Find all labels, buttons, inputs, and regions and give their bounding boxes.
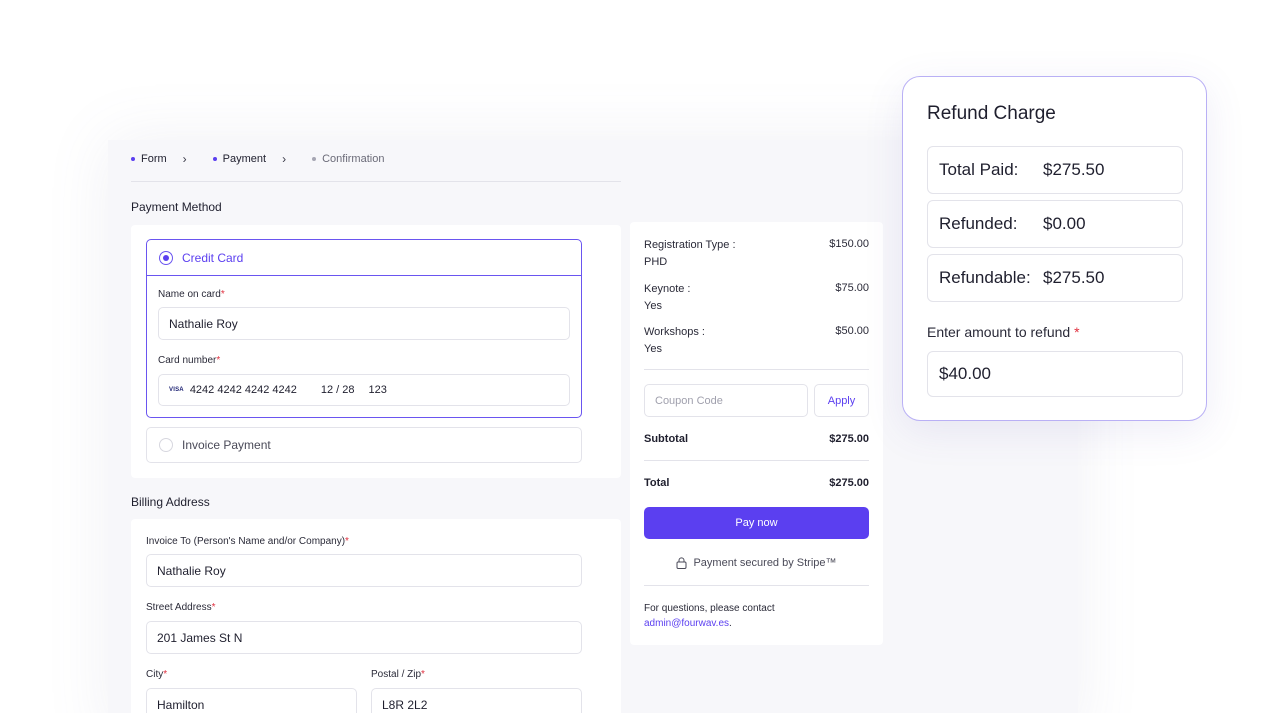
subtotal-value: $275.00 xyxy=(829,433,869,445)
lock-icon xyxy=(676,557,687,569)
postal-zip-label: Postal / Zip* xyxy=(371,669,425,680)
refund-amount-label: Enter amount to refund * xyxy=(927,324,1080,340)
invoice-to-label: Invoice To (Person's Name and/or Company… xyxy=(146,536,349,547)
street-address-label: Street Address* xyxy=(146,602,216,613)
credit-card-label: Credit Card xyxy=(182,250,244,265)
billing-address-card xyxy=(131,519,621,713)
summary-item-keynote: Keynote : Yes xyxy=(644,283,691,312)
step-label: Confirmation xyxy=(322,153,385,165)
divider xyxy=(644,460,869,461)
refund-row-label: Refundable: xyxy=(939,268,1031,287)
step-label: Payment xyxy=(222,153,267,165)
step-label: Form xyxy=(141,153,167,165)
chevron-right-icon: › xyxy=(182,152,187,166)
contact-text: For questions, please contact xyxy=(644,603,775,614)
divider xyxy=(644,369,869,370)
step-dot-icon xyxy=(212,157,217,161)
divider xyxy=(131,181,621,182)
credit-card-radio-row[interactable]: Credit Card xyxy=(147,240,581,276)
subtotal-label: Subtotal xyxy=(644,433,688,445)
city-label: City* xyxy=(146,669,168,680)
payment-secured-note: Payment secured by Stripe™ xyxy=(644,554,869,572)
visa-icon: VISA xyxy=(169,387,184,393)
stepper: Form › Payment › Confirmation xyxy=(131,150,384,168)
total-paid-row: Total Paid: $275.50 xyxy=(927,146,1183,194)
total-label: Total xyxy=(644,477,670,489)
summary-item-amount: $75.00 xyxy=(835,282,869,294)
name-on-card-input[interactable]: Nathalie Roy xyxy=(158,307,570,340)
pay-now-button[interactable]: Pay now xyxy=(644,507,869,539)
step-dot-icon xyxy=(312,157,317,161)
radio-selected-icon[interactable] xyxy=(159,250,173,265)
summary-item-workshops: Workshops : Yes xyxy=(644,326,705,355)
summary-item-amount: $150.00 xyxy=(829,238,869,250)
card-expiry-value: 12 / 28 xyxy=(320,384,355,396)
invoice-to-input[interactable]: Nathalie Roy xyxy=(146,554,582,587)
radio-unselected-icon[interactable] xyxy=(159,438,173,452)
refund-row-label: Total Paid: xyxy=(939,160,1019,179)
contact-email-link[interactable]: admin@fourwav.es xyxy=(644,618,729,629)
invoice-payment-label: Invoice Payment xyxy=(182,438,271,452)
coupon-code-input[interactable]: Coupon Code xyxy=(644,384,808,417)
refundable-row: Refundable: $275.50 xyxy=(927,254,1183,302)
payment-method-title: Payment Method xyxy=(131,200,222,214)
refund-row-label: Refunded: xyxy=(939,214,1018,233)
name-on-card-label: Name on card* xyxy=(158,289,225,300)
refund-title: Refund Charge xyxy=(927,103,1056,124)
city-input[interactable]: Hamilton xyxy=(146,688,357,713)
step-dot-icon xyxy=(131,157,135,161)
refund-row-value: $0.00 xyxy=(1043,214,1086,233)
divider xyxy=(644,585,869,586)
card-number-label: Card number* xyxy=(158,355,221,366)
contact-note: For questions, please contact admin@four… xyxy=(644,601,869,631)
street-address-input[interactable]: 201 James St N xyxy=(146,621,582,654)
refund-row-value: $275.50 xyxy=(1043,268,1105,287)
postal-zip-input[interactable]: L8R 2L2 xyxy=(371,688,582,713)
summary-item-registration: Registration Type : PHD xyxy=(644,239,736,268)
invoice-payment-option[interactable]: Invoice Payment xyxy=(146,427,582,463)
step-payment[interactable]: Payment xyxy=(212,153,267,165)
refunded-row: Refunded: $0.00 xyxy=(927,200,1183,248)
step-confirmation[interactable]: Confirmation xyxy=(312,153,384,165)
summary-item-amount: $50.00 xyxy=(835,325,869,337)
card-number-input[interactable]: VISA 4242 4242 4242 4242 12 / 28 123 xyxy=(158,374,570,406)
total-value: $275.00 xyxy=(829,477,869,489)
chevron-right-icon: › xyxy=(282,152,287,166)
card-number-value: 4242 4242 4242 4242 xyxy=(189,384,297,396)
billing-address-title: Billing Address xyxy=(131,495,210,509)
card-cvc-value: 123 xyxy=(368,384,387,396)
refund-amount-input[interactable]: $40.00 xyxy=(927,351,1183,397)
step-form[interactable]: Form xyxy=(131,153,167,165)
secure-text: Payment secured by Stripe™ xyxy=(693,557,837,569)
apply-coupon-button[interactable]: Apply xyxy=(814,384,869,417)
refund-charge-panel: Refund Charge Total Paid: $275.50 Refund… xyxy=(902,76,1207,421)
refund-row-value: $275.50 xyxy=(1043,160,1105,179)
